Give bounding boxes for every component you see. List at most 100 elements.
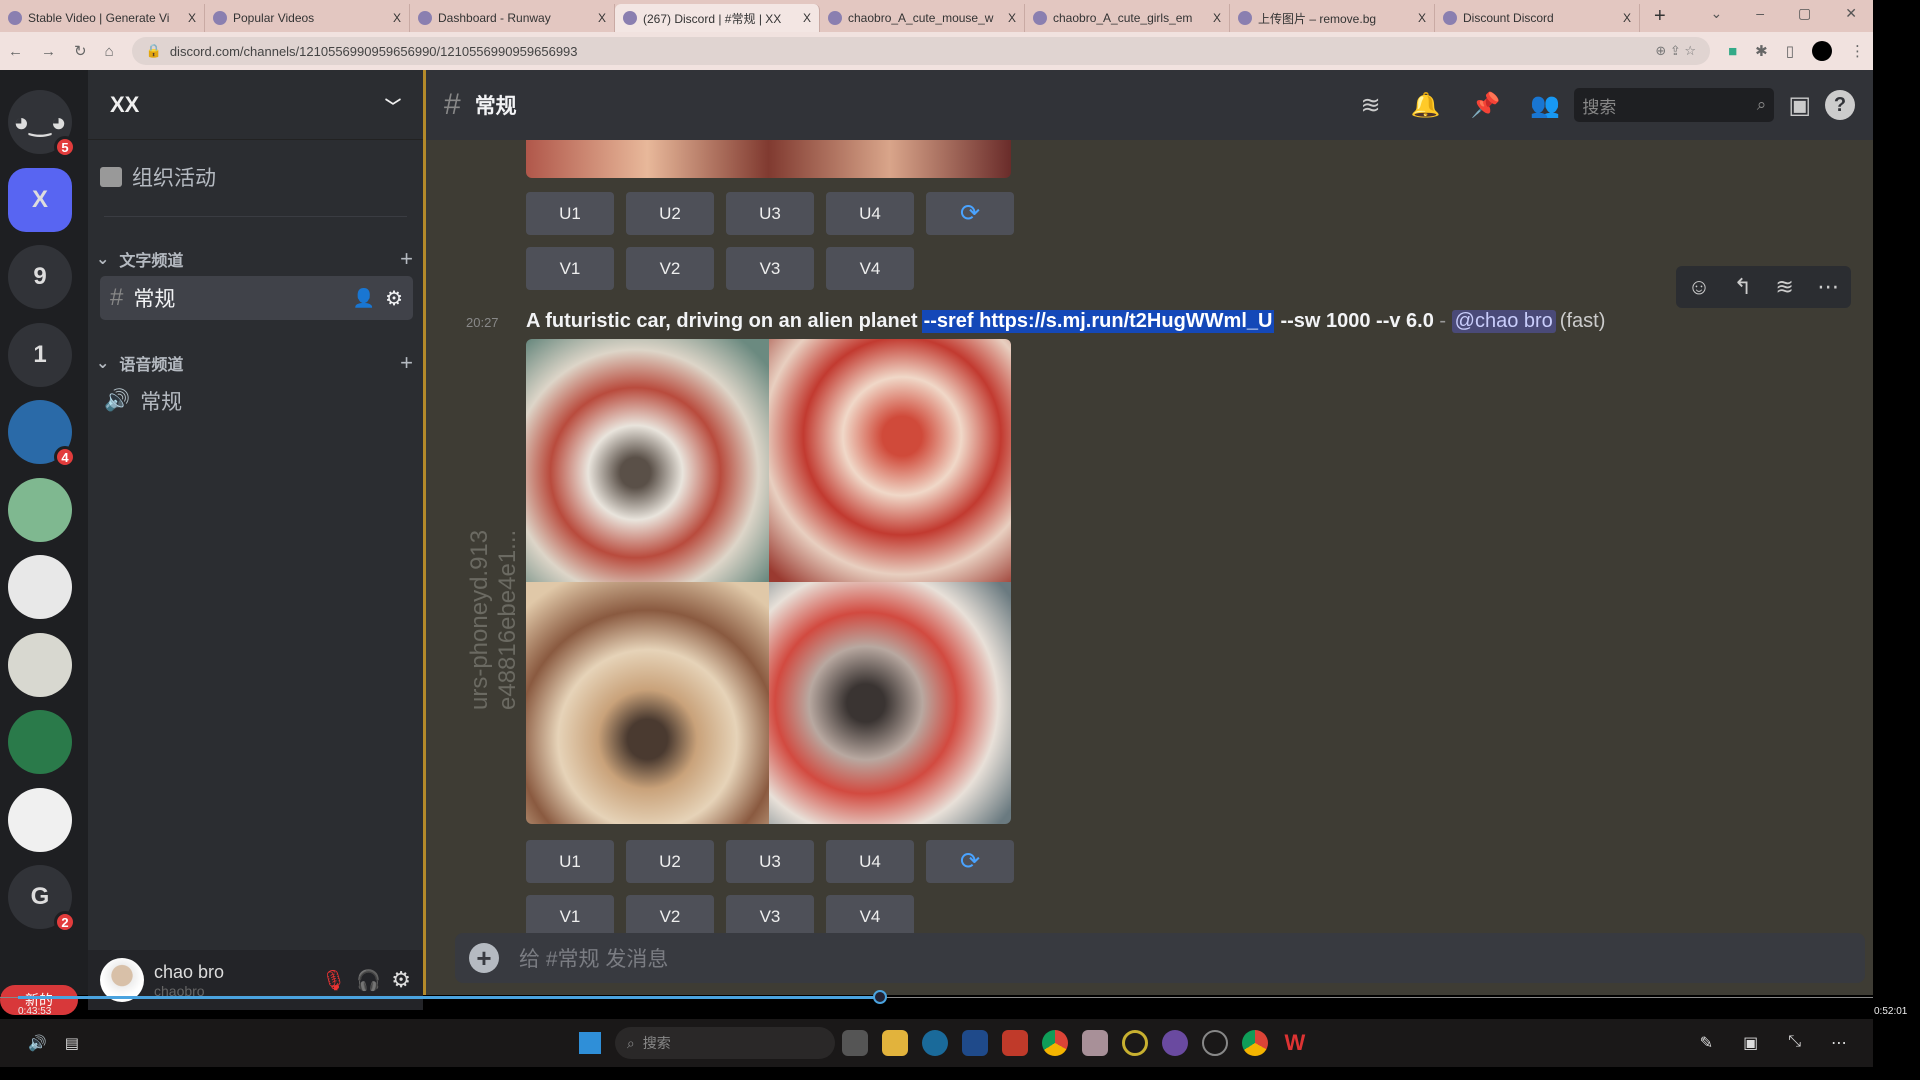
extension-icon[interactable]: ■ — [1728, 43, 1737, 60]
variation-button[interactable]: V3 — [726, 895, 814, 938]
inbox-icon[interactable]: ▣ — [1788, 91, 1811, 120]
more-icon[interactable]: ⋯ — [1817, 274, 1839, 300]
upscale-button[interactable]: U1 — [526, 192, 614, 235]
maximize-icon[interactable]: ▢ — [1798, 5, 1811, 22]
variation-button[interactable]: V4 — [826, 247, 914, 290]
app-icon[interactable] — [962, 1030, 988, 1056]
taskbar-search[interactable]: ⌕搜索 — [615, 1027, 835, 1059]
close-tab-icon[interactable]: X — [1213, 11, 1221, 25]
bell-icon[interactable]: 🔔 — [1411, 91, 1441, 120]
reload-icon[interactable]: ↻ — [74, 42, 87, 60]
members-icon[interactable]: 👥 — [1530, 91, 1560, 120]
search-input[interactable]: 搜索⌕ — [1574, 88, 1774, 122]
add-attachment-icon[interactable]: + — [469, 943, 499, 973]
url-field[interactable]: 🔒discord.com/channels/121055699095965699… — [132, 37, 1710, 65]
browser-tab[interactable]: Popular VideosX — [205, 4, 410, 32]
server-icon[interactable]: G2 — [8, 865, 72, 929]
server-icon[interactable]: 1 — [8, 323, 72, 387]
upscale-button[interactable]: U1 — [526, 840, 614, 883]
server-icon[interactable]: ◕‿◕5 — [8, 90, 72, 154]
close-tab-icon[interactable]: X — [188, 11, 196, 25]
menu-icon[interactable]: ⋮ — [1850, 42, 1865, 60]
image-grid[interactable] — [526, 339, 1011, 824]
mic-muted-icon[interactable]: 🎙 — [321, 968, 346, 993]
app-icon[interactable] — [1002, 1030, 1028, 1056]
variation-button[interactable]: V2 — [626, 895, 714, 938]
caption-icon[interactable]: ▤ — [65, 1034, 79, 1052]
progress-handle[interactable] — [873, 990, 887, 1004]
file-explorer-icon[interactable] — [882, 1030, 908, 1056]
settings-gear-icon[interactable]: ⚙ — [391, 967, 411, 993]
video-progress-bar[interactable] — [0, 995, 1873, 1001]
wps-icon[interactable]: W — [1282, 1030, 1308, 1056]
tab-search-icon[interactable]: ⌄ — [1711, 5, 1723, 22]
variation-button[interactable]: V2 — [626, 247, 714, 290]
server-icon[interactable]: 9 — [8, 245, 72, 309]
reroll-button[interactable]: ⟳ — [926, 840, 1014, 883]
add-channel-icon[interactable]: + — [400, 350, 413, 376]
variation-button[interactable]: V4 — [826, 895, 914, 938]
upscale-button[interactable]: U4 — [826, 840, 914, 883]
invite-icon[interactable]: 👤 — [353, 288, 375, 309]
obs-icon[interactable] — [1202, 1030, 1228, 1056]
pin-icon[interactable]: 📌 — [1471, 91, 1501, 120]
upscale-button[interactable]: U4 — [826, 192, 914, 235]
thread-icon[interactable]: ≋ — [1775, 274, 1793, 300]
variation-button[interactable]: V3 — [726, 247, 814, 290]
close-tab-icon[interactable]: X — [1623, 11, 1631, 25]
browser-tab[interactable]: chaobro_A_cute_mouse_wX — [820, 4, 1025, 32]
home-icon[interactable]: ⌂ — [105, 43, 114, 60]
puzzle-icon[interactable]: ✱ — [1755, 42, 1768, 60]
server-icon[interactable]: X — [8, 168, 72, 232]
add-channel-icon[interactable]: + — [400, 246, 413, 272]
reroll-button[interactable]: ⟳ — [926, 192, 1014, 235]
pen-icon[interactable]: ✎ — [1700, 1033, 1713, 1053]
more-icon[interactable]: ⋯ — [1831, 1033, 1847, 1053]
back-icon[interactable]: ← — [8, 43, 23, 60]
close-tab-icon[interactable]: X — [1418, 11, 1426, 25]
image-tile[interactable] — [769, 339, 1012, 582]
app-icon[interactable] — [1122, 1030, 1148, 1056]
user-mention[interactable]: @chao bro — [1452, 310, 1556, 333]
server-icon[interactable]: 4 — [8, 400, 72, 464]
volume-icon[interactable]: 🔊 — [28, 1034, 47, 1052]
browser-tab[interactable]: chaobro_A_cute_girls_emX — [1025, 4, 1230, 32]
message-input[interactable]: + 给 #常规 发消息 — [455, 933, 1865, 983]
windows-start-icon[interactable] — [579, 1032, 601, 1054]
gear-icon[interactable]: ⚙ — [385, 286, 403, 311]
events-item[interactable]: 组织活动 — [100, 162, 413, 192]
upscale-button[interactable]: U2 — [626, 840, 714, 883]
add-reaction-icon[interactable]: ☺ — [1688, 274, 1710, 300]
previous-image-grid[interactable] — [526, 140, 1011, 178]
new-tab-button[interactable]: + — [1640, 5, 1680, 28]
app-icon[interactable] — [1162, 1030, 1188, 1056]
image-tile[interactable] — [526, 339, 769, 582]
close-tab-icon[interactable]: X — [803, 11, 811, 25]
task-view-icon[interactable] — [842, 1030, 868, 1056]
image-tile[interactable] — [526, 582, 769, 825]
category-text-channels[interactable]: ⌄文字频道+ — [96, 246, 413, 272]
pip-icon[interactable]: ▣ — [1743, 1033, 1758, 1053]
forward-icon[interactable]: → — [41, 43, 56, 60]
close-tab-icon[interactable]: X — [393, 11, 401, 25]
threads-icon[interactable]: ≋ — [1361, 91, 1381, 120]
app-icon[interactable] — [1082, 1030, 1108, 1056]
variation-button[interactable]: V1 — [526, 247, 614, 290]
browser-tab[interactable]: Discount DiscordX — [1435, 4, 1640, 32]
upscale-button[interactable]: U2 — [626, 192, 714, 235]
server-header[interactable]: XX﹀ — [88, 70, 423, 140]
profile-avatar[interactable] — [1812, 41, 1832, 61]
upscale-button[interactable]: U3 — [726, 192, 814, 235]
app-icon[interactable] — [922, 1030, 948, 1056]
close-tab-icon[interactable]: X — [598, 11, 606, 25]
sidepanel-icon[interactable]: ▯ — [1786, 42, 1794, 60]
server-icon[interactable] — [8, 710, 72, 774]
headphones-icon[interactable]: 🎧 — [356, 968, 381, 993]
image-tile[interactable] — [769, 582, 1012, 825]
browser-tab[interactable]: 上传图片 – remove.bgX — [1230, 4, 1435, 32]
browser-tab[interactable]: Stable Video | Generate ViX — [0, 4, 205, 32]
chrome-icon[interactable] — [1042, 1030, 1068, 1056]
browser-tab[interactable]: (267) Discord | #常规 | XXX — [615, 4, 820, 32]
close-tab-icon[interactable]: X — [1008, 11, 1016, 25]
server-icon[interactable] — [8, 788, 72, 852]
